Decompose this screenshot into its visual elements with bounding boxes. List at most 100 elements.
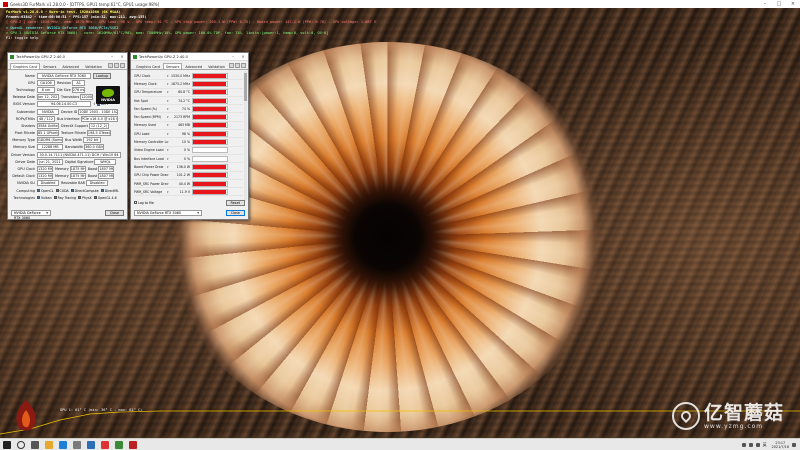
reset-button[interactable]: Reset <box>225 199 245 206</box>
info-row-computing: Computing OpenCL CUDA DirectCompute Dire… <box>11 187 124 194</box>
sensor-name[interactable]: Fan Speed (%) <box>134 107 167 111</box>
sensor-value: 1875.2 MHz <box>171 81 190 86</box>
tab-advanced[interactable]: Advanced <box>182 63 205 69</box>
tab-sensors[interactable]: Sensors <box>40 63 59 69</box>
settings-app-icon[interactable] <box>87 440 95 449</box>
gpuz-taskbar-icon[interactable] <box>115 440 123 449</box>
input-language[interactable]: 英 <box>763 442 767 448</box>
clock[interactable]: 23:17 2021/7/16 <box>772 441 789 449</box>
sensor-graph-fill <box>193 189 226 194</box>
info-value: Jan 12, 2021 <box>37 94 59 101</box>
sensor-log-row: Log to file Reset <box>134 199 245 206</box>
checkbox-label: DirectML <box>104 188 119 193</box>
sensor-name[interactable]: Bus Interface Load <box>134 157 167 161</box>
sensor-graph-fill <box>193 98 226 103</box>
furmark-taskbar-icon[interactable] <box>101 440 109 449</box>
log-to-file-checkbox[interactable]: Log to file <box>134 201 154 205</box>
volume-icon[interactable] <box>755 442 760 447</box>
tab-advanced[interactable]: Advanced <box>59 63 82 69</box>
file-explorer-icon[interactable] <box>45 440 53 449</box>
menu-icon[interactable] <box>241 63 246 68</box>
sensor-name[interactable]: Fan Speed (RPM) <box>134 115 167 119</box>
screenshot-camera-icon[interactable] <box>229 63 234 68</box>
notification-icon[interactable] <box>792 442 796 447</box>
sensor-name[interactable]: Memory Clock <box>134 82 167 86</box>
furmark-title-bar: Geeks3D FurMark v1.28.0.0 - [DTTPS, GPU1… <box>0 0 800 8</box>
network-icon[interactable] <box>748 442 753 447</box>
taskbar: 英 23:17 2021/7/16 <box>0 438 800 450</box>
tab-graphics-card[interactable]: Graphics Card <box>133 63 163 69</box>
info-row-subvendor: Subvendor NVIDIA Device ID 10DE 2503 - 1… <box>11 108 124 115</box>
sensor-name[interactable]: GPU Chip Power Draw <box>134 173 167 177</box>
gpuz-sensors-title-bar: TechPowerUp GPU-Z 2.40.0 – × <box>131 53 248 61</box>
info-value2: 192 bit <box>83 137 102 144</box>
sensor-name[interactable]: Board Power Draw <box>134 165 167 169</box>
minimize-button[interactable]: – <box>758 1 772 7</box>
info-label: Release Date <box>12 95 35 100</box>
tab-validation[interactable]: Validation <box>205 63 228 69</box>
screenshot-camera-icon[interactable] <box>108 63 113 68</box>
sensor-scrollbar[interactable] <box>244 71 247 201</box>
gpuz-main-footer: NVIDIA GeForce RTX 3060 ▾ Close <box>11 209 124 220</box>
info-label: Shaders <box>21 123 35 128</box>
lookup-button[interactable]: Lookup <box>93 72 112 79</box>
refresh-icon[interactable] <box>114 63 119 68</box>
checkbox-label: Vulkan <box>41 195 52 200</box>
tab-validation[interactable]: Validation <box>82 63 105 69</box>
computing-opencl-checkbox: OpenCL <box>37 189 54 193</box>
sensor-name[interactable]: Hot Spot <box>134 99 167 103</box>
info-row-driver-version: Driver Version 30.0.14.7111 (NVIDIA 471.… <box>11 151 124 158</box>
sensor-name[interactable]: GPU Clock <box>134 74 167 78</box>
sensor-graph <box>192 163 228 170</box>
search-icon[interactable] <box>17 440 25 449</box>
maximize-button[interactable]: □ <box>772 1 786 7</box>
sensor-graph <box>192 89 228 96</box>
tab-graphics-card[interactable]: Graphics Card <box>10 63 40 69</box>
start-icon[interactable] <box>3 440 11 449</box>
info-label: Default Clock <box>12 174 35 179</box>
gpuz-main-minimize-button[interactable]: – <box>107 54 117 59</box>
sensor-name[interactable]: Memory Controller Load <box>134 140 167 144</box>
chevron-up-icon[interactable] <box>741 442 746 447</box>
sensor-row: Memory Controller Load▾10 % <box>134 138 243 147</box>
sensor-name[interactable]: GPU Temperature <box>134 90 167 94</box>
device-select[interactable]: NVIDIA GeForce RTX 3060 ▾ <box>134 209 202 216</box>
menu-icon[interactable] <box>120 63 125 68</box>
sensor-name[interactable]: Video Engine Load <box>134 148 167 152</box>
sensor-graph <box>192 97 228 104</box>
gpuz-sensors-tabs: Graphics Card Sensors Advanced Validatio… <box>131 63 248 70</box>
task-view-icon[interactable] <box>31 440 39 449</box>
tab-sensors[interactable]: Sensors <box>162 63 183 69</box>
close-button[interactable]: Close <box>104 209 124 216</box>
info-value: 8 nm <box>37 86 55 93</box>
sensor-value: 2173 RPM <box>173 115 190 120</box>
gpuz-sensors-close-button[interactable]: × <box>238 54 248 59</box>
gpuz-sensors-minimize-button[interactable]: – <box>228 54 238 59</box>
app-taskbar-icon[interactable] <box>129 440 137 449</box>
close-button[interactable]: Close <box>225 209 245 216</box>
computing-directcompute-checkbox: DirectCompute <box>70 189 99 193</box>
gpuz-main-close-button[interactable]: × <box>117 54 127 59</box>
info-value: GA106 <box>37 79 55 86</box>
sensor-row: PWR_SRC Power Draw ▾ 40.4 W <box>134 180 243 189</box>
info-label: Driver Date <box>15 159 35 164</box>
refresh-icon[interactable] <box>235 63 240 68</box>
sensor-graph <box>192 114 228 121</box>
sensor-name[interactable]: Memory Used <box>134 123 167 127</box>
info-value: 1320 MHz <box>37 173 53 180</box>
gpuz-app-icon <box>133 54 137 59</box>
scrollbar-thumb[interactable] <box>244 73 247 101</box>
close-window-button[interactable]: × <box>786 1 800 7</box>
nvidia-logo-text: NVIDIA <box>101 97 115 102</box>
store-icon[interactable] <box>73 440 81 449</box>
device-select[interactable]: NVIDIA GeForce RTX 3060 ▾ <box>11 209 51 220</box>
sensor-name[interactable]: PWR_SRC Power Draw <box>134 182 167 186</box>
sensor-name[interactable]: GPU Load <box>134 132 167 136</box>
sensor-name[interactable]: PWR_SRC Voltage <box>134 190 167 194</box>
info-value2: 1875 MHz <box>69 166 86 173</box>
checkbox-mark <box>53 196 57 200</box>
edge-browser-icon[interactable] <box>59 440 67 449</box>
sensor-value: 11.9 V <box>179 189 190 194</box>
checkbox-mark <box>55 189 59 193</box>
info-label: GPU <box>27 80 35 85</box>
